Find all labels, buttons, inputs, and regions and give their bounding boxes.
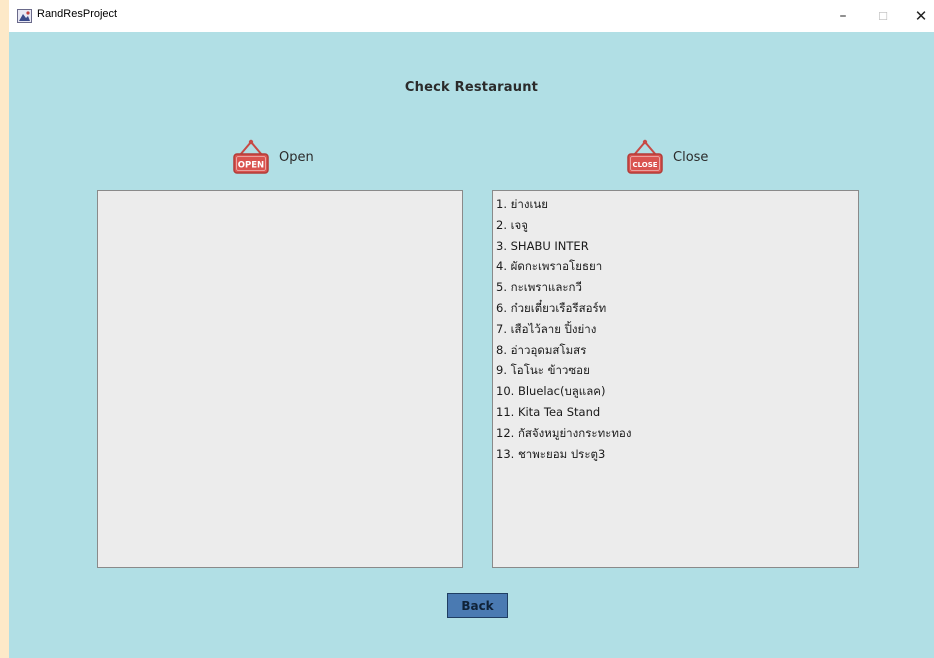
minimize-icon: – xyxy=(839,8,847,24)
list-item[interactable]: 11. Kita Tea Stand xyxy=(496,402,858,423)
minimize-button[interactable]: – xyxy=(826,0,860,32)
list-item[interactable]: 7. เสือไว้ลาย ปิ้งย่าง xyxy=(496,319,858,340)
window-title: RandResProject xyxy=(37,8,118,20)
list-item[interactable]: 5. กะเพราและกวี xyxy=(496,277,858,298)
list-item[interactable]: 4. ผัดกะเพราอโยธยา xyxy=(496,256,858,277)
maximize-button[interactable]: ☐ xyxy=(866,0,900,32)
list-item[interactable]: 9. โอโนะ ข้าวซอย xyxy=(496,360,858,381)
open-restaurant-list[interactable] xyxy=(97,190,463,568)
close-label: Close xyxy=(673,149,709,165)
page-title: Check Restaraunt xyxy=(404,80,539,95)
list-item[interactable]: 2. เจจู xyxy=(496,215,858,236)
java-app-icon xyxy=(17,9,32,23)
open-sign-icon: OPEN xyxy=(233,139,269,174)
list-item[interactable]: 12. กัสจังหมูย่างกระทะทอง xyxy=(496,423,858,444)
title-bar[interactable]: RandResProject – ☐ ✕ xyxy=(9,0,934,32)
list-item[interactable]: 6. ก๋วยเตี๋ยวเรือรีสอร์ท xyxy=(496,298,858,319)
close-sign-icon: CLOSE xyxy=(627,139,663,174)
closed-restaurant-list[interactable]: 1. ย่างเนย 2. เจจู 3. SHABU INTER 4. ผัด… xyxy=(492,190,859,568)
close-window-button[interactable]: ✕ xyxy=(904,0,934,32)
list-item[interactable]: 8. อ่าวอุดมสโมสร xyxy=(496,340,858,361)
list-item[interactable]: 13. ชาพะยอม ประตู3 xyxy=(496,444,858,465)
maximize-icon: ☐ xyxy=(878,9,888,23)
list-item[interactable]: 1. ย่างเนย xyxy=(496,194,858,215)
list-item[interactable]: 10. Bluelac(บลูแลค) xyxy=(496,381,858,402)
svg-text:CLOSE: CLOSE xyxy=(632,161,657,169)
list-item[interactable]: 3. SHABU INTER xyxy=(496,236,858,257)
close-icon: ✕ xyxy=(914,7,928,25)
back-button[interactable]: Back xyxy=(447,593,508,618)
open-column-header: OPEN Open xyxy=(231,138,314,176)
svg-text:OPEN: OPEN xyxy=(238,161,264,171)
app-window: RandResProject – ☐ ✕ Check Restaraunt OP… xyxy=(9,0,934,658)
close-column-header: CLOSE Close xyxy=(625,138,708,176)
open-label: Open xyxy=(279,149,314,165)
